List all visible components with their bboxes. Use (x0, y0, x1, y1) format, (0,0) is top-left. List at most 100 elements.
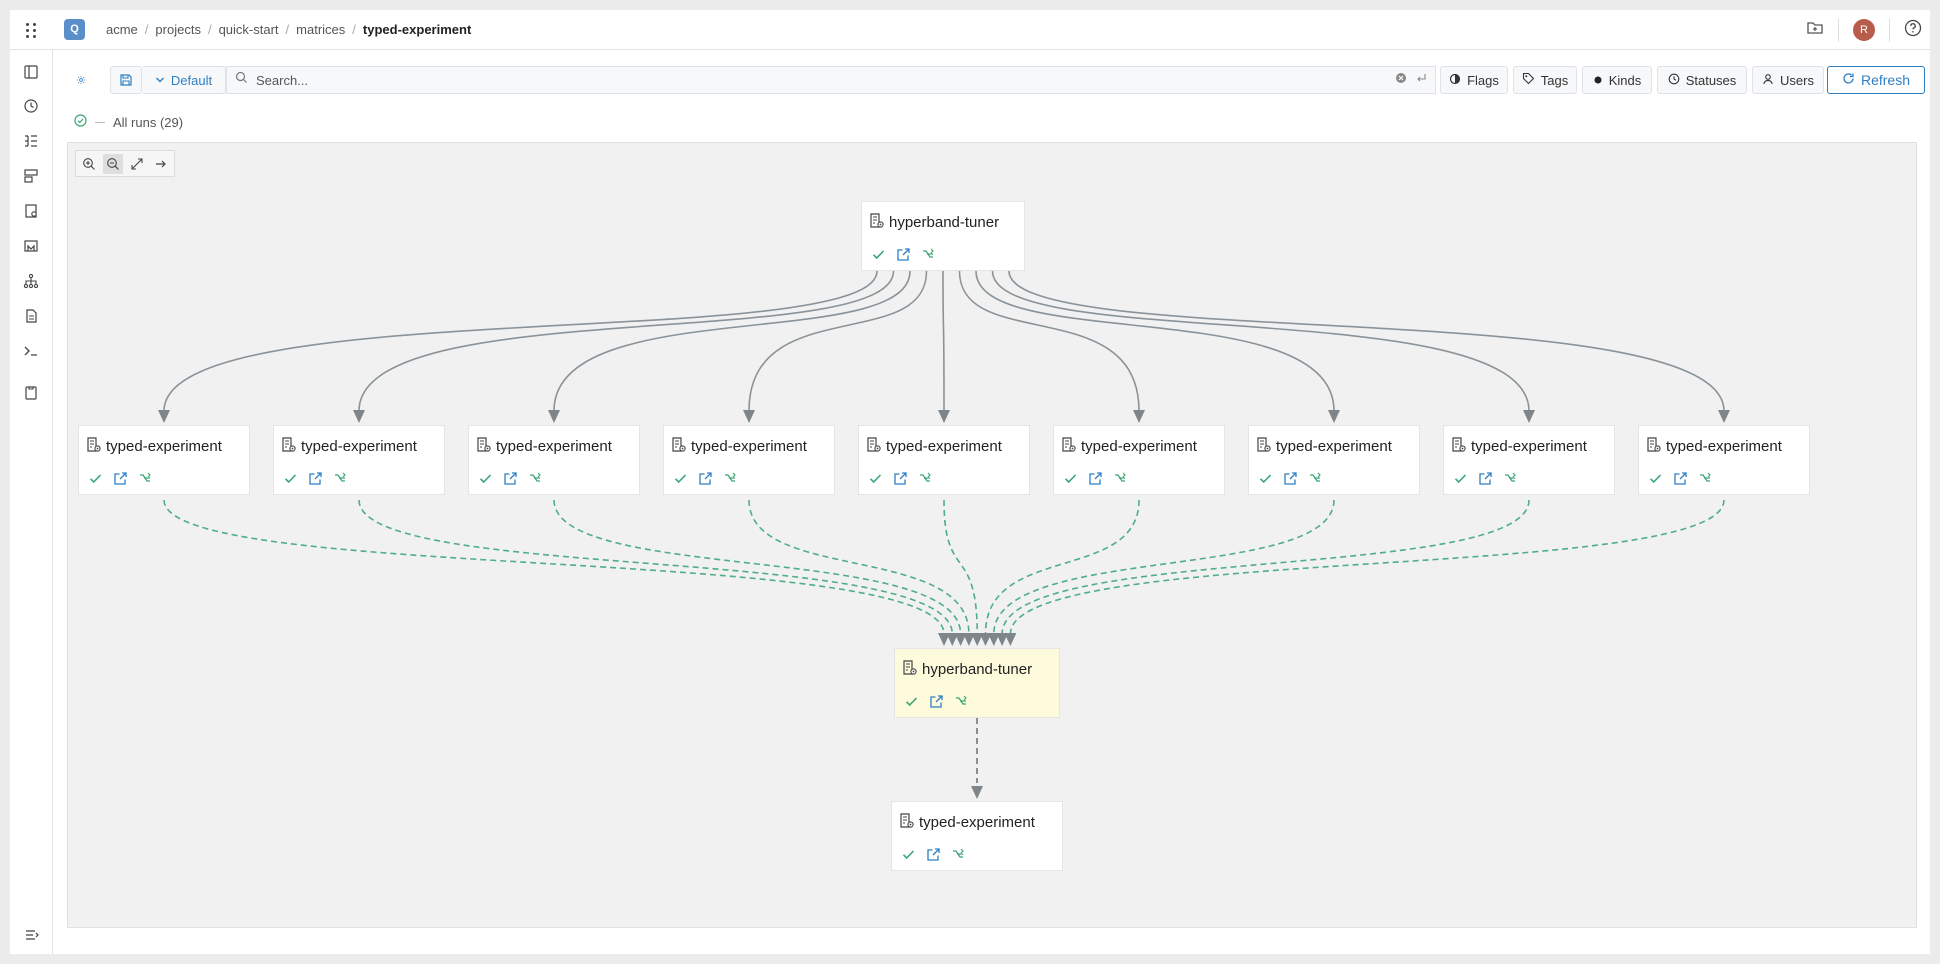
open-external-icon[interactable] (1087, 470, 1103, 486)
edge-child-to-current (163, 499, 945, 635)
status-success-icon (1452, 470, 1468, 486)
dag-canvas[interactable]: hyperband-tuner typed-experiment typed-ex… (67, 142, 1917, 928)
dag-node-child[interactable]: typed-experiment (858, 425, 1030, 495)
status-success-icon (1062, 470, 1078, 486)
statuses-label: Statuses (1685, 72, 1737, 88)
clear-search-icon[interactable] (1395, 71, 1407, 89)
edge-arrow (1328, 410, 1340, 423)
edge-arrow (938, 410, 950, 423)
dag-node-child[interactable]: typed-experiment (468, 425, 640, 495)
tags-filter-button[interactable]: Tags (1513, 66, 1577, 94)
folder-icon[interactable] (1806, 19, 1824, 42)
user-icon (1762, 73, 1774, 88)
edge-parent-to-child (942, 270, 945, 412)
lineage-icon[interactable] (1307, 470, 1323, 486)
dag-node-child[interactable]: typed-experiment (663, 425, 835, 495)
lineage-icon[interactable] (920, 246, 936, 262)
lineage-icon[interactable] (1697, 470, 1713, 486)
lineage-icon[interactable] (950, 846, 966, 862)
sidebar (10, 50, 53, 954)
dag-node-last[interactable]: typed-experiment (891, 801, 1063, 871)
search-input[interactable] (256, 72, 1387, 88)
node-title: hyperband-tuner (922, 661, 1033, 678)
refresh-button[interactable]: Refresh (1827, 66, 1925, 94)
operation-icon (475, 436, 492, 457)
open-external-icon[interactable] (307, 470, 323, 486)
breadcrumb-projects[interactable]: projects (155, 22, 201, 37)
breadcrumb-project[interactable]: quick-start (219, 22, 279, 37)
dag-node-current[interactable]: hyperband-tuner (894, 648, 1060, 718)
lineage-icon[interactable] (1502, 470, 1518, 486)
open-external-icon[interactable] (892, 470, 908, 486)
users-filter-button[interactable]: Users (1752, 66, 1824, 94)
save-preset-button[interactable] (110, 66, 142, 94)
operation-icon (1645, 436, 1662, 457)
zoom-out-icon[interactable] (103, 153, 123, 174)
avatar[interactable]: R (1853, 19, 1875, 41)
lineage-icon[interactable] (1112, 470, 1128, 486)
org-logo[interactable]: Q (64, 19, 85, 40)
lineage-icon[interactable] (332, 470, 348, 486)
clock-icon (1668, 73, 1680, 88)
edge-arrow (548, 410, 560, 423)
node-title: typed-experiment (1081, 438, 1197, 455)
fit-view-icon[interactable] (127, 154, 147, 174)
edge-child-to-current (943, 499, 978, 635)
open-external-icon[interactable] (925, 846, 941, 862)
dag-node-child[interactable]: typed-experiment (1248, 425, 1420, 495)
edge-arrow (158, 410, 170, 423)
dag-node-child[interactable]: typed-experiment (1443, 425, 1615, 495)
sidebar-dashboard-icon[interactable] (21, 166, 41, 186)
runs-breadcrumb: All runs (29) (74, 114, 183, 130)
status-success-icon (903, 693, 919, 709)
dag-node-parent[interactable]: hyperband-tuner (861, 201, 1025, 271)
open-external-icon[interactable] (697, 470, 713, 486)
layout-direction-icon[interactable] (151, 154, 171, 174)
enter-key-icon[interactable] (1415, 71, 1427, 89)
zoom-in-icon[interactable] (79, 154, 99, 174)
flags-filter-button[interactable]: Flags (1440, 66, 1508, 94)
sidebar-hierarchy-icon[interactable] (21, 271, 41, 291)
dag-node-child[interactable]: typed-experiment (78, 425, 250, 495)
sidebar-panel-icon[interactable] (21, 62, 41, 82)
edge-child-to-current (748, 499, 970, 635)
operation-icon (1060, 436, 1077, 457)
breadcrumb-org[interactable]: acme (106, 22, 138, 37)
statuses-filter-button[interactable]: Statuses (1657, 66, 1747, 94)
dag-node-child[interactable]: typed-experiment (1638, 425, 1810, 495)
lineage-icon[interactable] (137, 470, 153, 486)
node-title: typed-experiment (1276, 438, 1392, 455)
breadcrumb-section[interactable]: matrices (296, 22, 345, 37)
open-external-icon[interactable] (895, 246, 911, 262)
lineage-icon[interactable] (527, 470, 543, 486)
sidebar-documents-icon[interactable] (21, 306, 41, 326)
operation-icon (901, 659, 918, 680)
sidebar-components-icon[interactable] (21, 201, 41, 221)
sidebar-clipboard-icon[interactable] (21, 383, 41, 403)
lineage-icon[interactable] (917, 470, 933, 486)
sidebar-history-icon[interactable] (21, 96, 41, 116)
open-external-icon[interactable] (1477, 470, 1493, 486)
search-bar[interactable] (226, 66, 1436, 94)
preset-select[interactable]: Default (142, 66, 226, 94)
open-external-icon[interactable] (1672, 470, 1688, 486)
dag-node-child[interactable]: typed-experiment (1053, 425, 1225, 495)
kinds-filter-button[interactable]: Kinds (1582, 66, 1652, 94)
lineage-icon[interactable] (722, 470, 738, 486)
sidebar-runs-icon[interactable] (21, 131, 41, 151)
help-icon[interactable] (1904, 19, 1922, 42)
all-runs-link[interactable]: All runs (29) (113, 115, 183, 130)
edge-parent-to-child (358, 270, 895, 412)
settings-gear-icon[interactable] (68, 66, 94, 94)
dag-node-child[interactable]: typed-experiment (273, 425, 445, 495)
apps-menu-icon[interactable] (22, 20, 40, 40)
expand-sidebar-icon[interactable] (23, 926, 41, 944)
open-external-icon[interactable] (112, 470, 128, 486)
open-external-icon[interactable] (928, 693, 944, 709)
open-external-icon[interactable] (502, 470, 518, 486)
sidebar-models-icon[interactable] (21, 236, 41, 256)
open-external-icon[interactable] (1282, 470, 1298, 486)
sidebar-terminal-icon[interactable] (21, 341, 41, 361)
status-success-icon (870, 246, 886, 262)
lineage-icon[interactable] (953, 693, 969, 709)
